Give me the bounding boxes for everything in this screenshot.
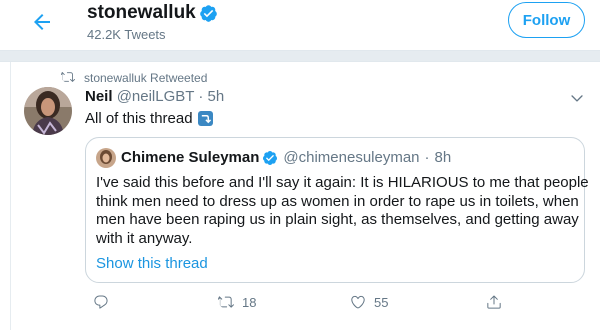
author-name[interactable]: Neil: [85, 88, 113, 105]
back-arrow-icon[interactable]: [30, 10, 54, 34]
quoted-tweet-text: I've said this before and I'll say it ag…: [96, 174, 589, 248]
retweet-icon: [218, 296, 234, 308]
quoted-author-name: Chimene Suleyman: [121, 149, 260, 166]
verified-badge-icon: [199, 4, 217, 22]
like-count: 55: [374, 294, 389, 310]
tweet-header: Neil @neilLGBT · 5h: [85, 88, 224, 105]
share-icon: [487, 295, 501, 309]
meta-separator: ·: [424, 149, 430, 166]
quoted-text-line: think men need to dress up as women in o…: [96, 192, 579, 210]
tweet-body: All of this thread: [85, 110, 193, 127]
retweet-button[interactable]: 18: [218, 293, 256, 311]
meta-separator: ·: [198, 88, 204, 105]
header-divider: [0, 50, 600, 62]
like-button[interactable]: 55: [350, 293, 388, 311]
avatar-image: [24, 87, 72, 135]
column-border: [10, 62, 11, 330]
tweet-time[interactable]: 5h: [208, 88, 225, 105]
quoted-text-line: I've said this before and I'll say it ag…: [96, 174, 589, 191]
retweet-context[interactable]: stonewalluk Retweeted: [84, 71, 207, 85]
quoted-avatar: [96, 148, 116, 168]
share-button[interactable]: [486, 293, 502, 311]
retweet-count: 18: [242, 294, 257, 310]
quoted-text-line: with it anyway.: [96, 229, 193, 247]
tweet-text: All of this thread: [85, 110, 213, 127]
retweeted-icon: [61, 72, 75, 82]
account-title: stonewalluk: [87, 2, 218, 24]
right-arrow-curving-down-icon: [197, 111, 213, 126]
quoted-header: Chimene Suleyman @chimenesuleyman · 8h: [121, 149, 451, 166]
show-thread-link[interactable]: Show this thread: [96, 255, 208, 272]
heart-icon: [351, 295, 365, 309]
account-name: stonewalluk: [87, 2, 196, 23]
author-handle[interactable]: @neilLGBT: [117, 88, 194, 105]
quoted-time: 8h: [434, 149, 452, 166]
reply-button[interactable]: [93, 293, 109, 311]
quoted-author-handle: @chimenesuleyman: [283, 149, 420, 166]
quoted-text-line: men have been raping us in plain sight, …: [96, 211, 579, 228]
reply-icon: [94, 295, 108, 309]
tweet-count: 42.2K Tweets: [87, 27, 166, 42]
follow-button[interactable]: Follow: [508, 2, 585, 38]
verified-badge-icon: [263, 150, 278, 165]
chevron-down-icon[interactable]: [569, 90, 585, 106]
avatar[interactable]: [24, 87, 72, 135]
